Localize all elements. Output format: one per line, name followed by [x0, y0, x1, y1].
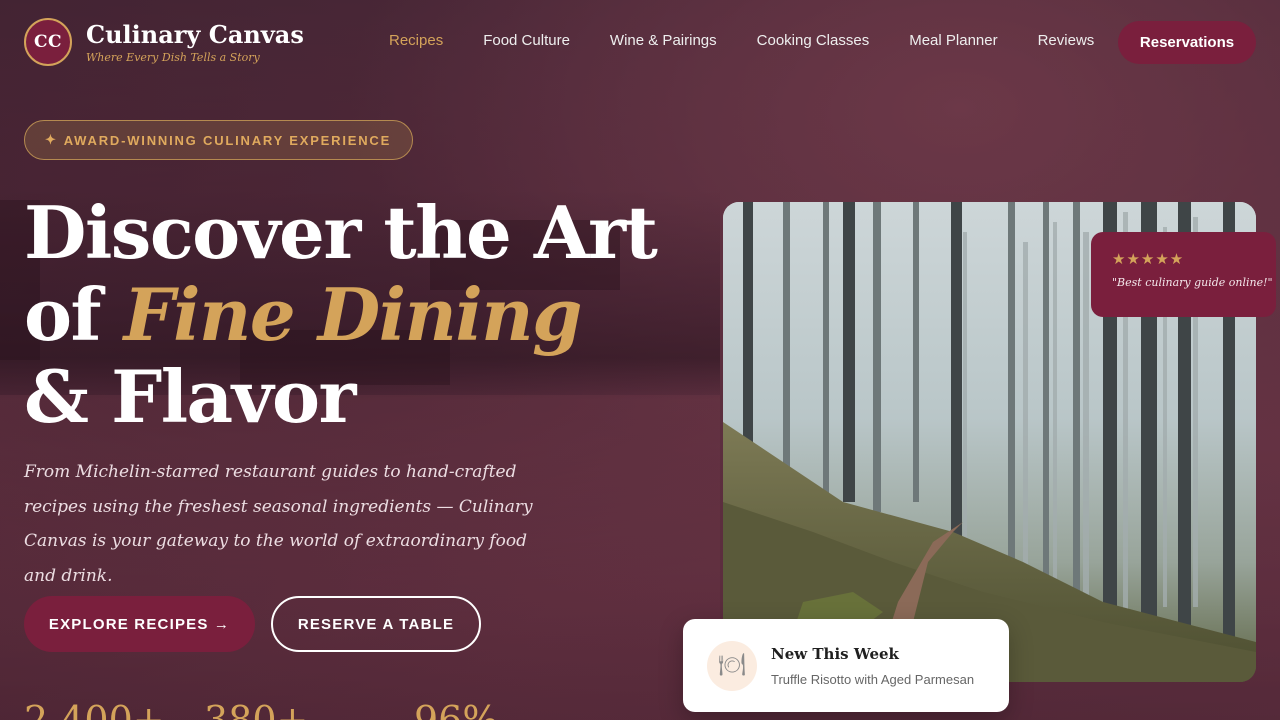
- stat-value: 96%: [414, 700, 498, 720]
- stats-row: 2,400+ 380+ 96%: [24, 700, 624, 720]
- hero-description: From Michelin-starred restaurant guides …: [24, 462, 533, 586]
- headline-highlight: Fine Dining: [123, 272, 583, 357]
- review-quote: "Best culinary guide online!": [1112, 276, 1273, 289]
- headline-part2: & Flavor: [24, 354, 356, 439]
- review-card: ★★★★★ "Best culinary guide online!": [1091, 232, 1276, 317]
- sparkle-icon: ✦: [45, 132, 58, 147]
- new-card-title: New This Week: [771, 644, 899, 663]
- reserve-table-button[interactable]: RESERVE A TABLE: [271, 596, 481, 652]
- rating-stars-icon: ★★★★★: [1112, 250, 1185, 268]
- nav-link-recipes[interactable]: Recipes: [389, 32, 443, 49]
- plate-icon: 🍽: [707, 640, 757, 691]
- award-badge-label: AWARD-WINNING CULINARY EXPERIENCE: [63, 132, 392, 148]
- nav-link-reviews[interactable]: Reviews: [1038, 32, 1095, 49]
- brand[interactable]: Culinary Canvas Where Every Dish Tells a…: [86, 19, 304, 64]
- new-this-week-card[interactable]: 🍽 New This Week Truffle Risotto with Age…: [683, 619, 1009, 712]
- new-card-subtitle: Truffle Risotto with Aged Parmesan: [771, 671, 975, 687]
- logo-badge[interactable]: CC: [24, 18, 72, 66]
- new-card-text: New This Week Truffle Risotto with Aged …: [771, 645, 974, 687]
- nav-link-food-culture[interactable]: Food Culture: [483, 32, 570, 49]
- award-badge: ✦ AWARD-WINNING CULINARY EXPERIENCE: [24, 120, 413, 160]
- brand-name: Culinary Canvas: [86, 19, 304, 49]
- nav-link-wine-pairings[interactable]: Wine & Pairings: [610, 32, 717, 49]
- nav-links: Recipes Food Culture Wine & Pairings Coo…: [389, 32, 1134, 49]
- top-navigation: CC Culinary Canvas Where Every Dish Tell…: [0, 0, 1280, 84]
- stat-value: 380+: [204, 700, 308, 720]
- explore-recipes-button[interactable]: EXPLORE RECIPES →: [24, 596, 255, 652]
- hero-headline: Discover the Art of Fine Dining & Flavor: [24, 192, 664, 438]
- nav-link-meal-planner[interactable]: Meal Planner: [909, 32, 997, 49]
- reservations-button[interactable]: Reservations: [1118, 21, 1256, 64]
- brand-tagline: Where Every Dish Tells a Story: [86, 50, 260, 64]
- stat-value: 2,400+: [24, 700, 165, 720]
- nav-link-cooking-classes[interactable]: Cooking Classes: [757, 32, 870, 49]
